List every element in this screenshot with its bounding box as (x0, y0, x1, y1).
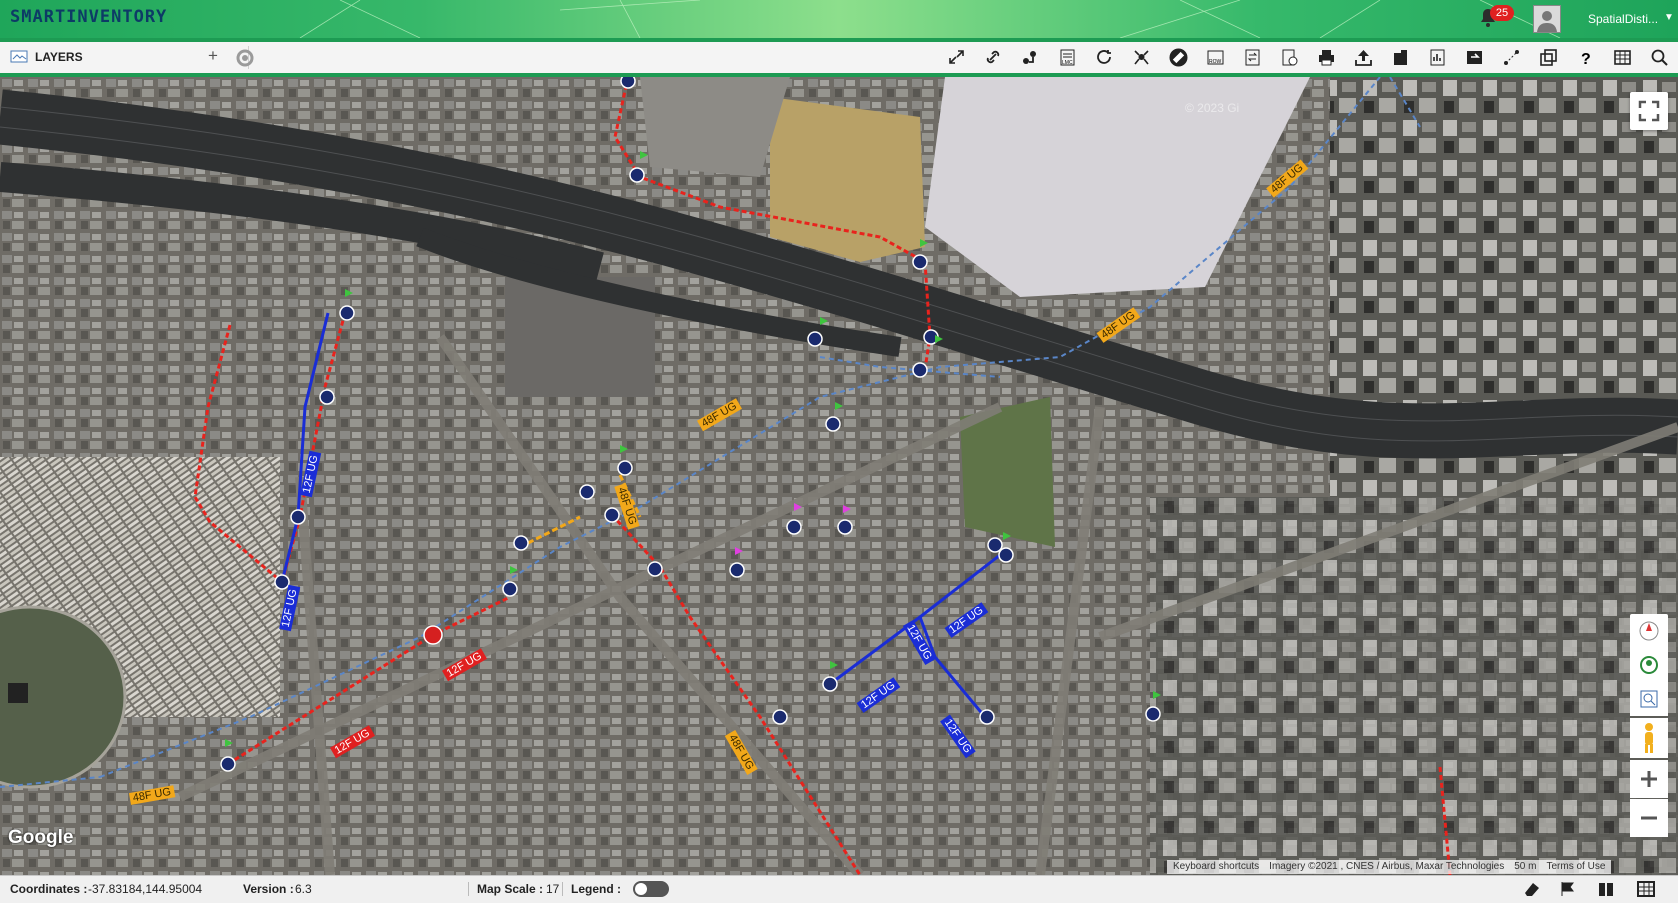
network-icon (1134, 50, 1149, 65)
coordinates-label: Coordinates : (10, 882, 88, 896)
layers-icon (1540, 49, 1557, 66)
satellite-map[interactable]: © 2023 Gi (0, 77, 1678, 875)
refresh-tool-button[interactable] (1086, 42, 1123, 73)
search-icon (1651, 49, 1668, 66)
imagery-credit: Imagery ©2021 , CNES / Airbus, Maxar Tec… (1269, 861, 1505, 872)
layers-icon (10, 50, 28, 63)
flag-tool-icon[interactable] (1558, 880, 1578, 898)
link-icon (986, 50, 1000, 64)
building-tool-button[interactable] (1382, 42, 1419, 73)
chevron-down-icon[interactable]: ▼ (1664, 12, 1674, 23)
legend-label: Legend : (562, 882, 621, 896)
fullscreen-icon (1638, 100, 1660, 122)
svg-text:ROW: ROW (1209, 59, 1222, 65)
version-label: Version : (243, 882, 294, 896)
google-logo: Google (8, 827, 74, 848)
header-pattern (299, 0, 1561, 38)
network-tool-button[interactable] (1123, 42, 1160, 73)
ruler-icon (1169, 48, 1188, 67)
user-avatar[interactable] (1533, 5, 1561, 33)
row-icon: ROW (1207, 50, 1224, 65)
refresh-icon (1097, 50, 1111, 64)
scale-bar-label: 50 m (1514, 861, 1537, 872)
layers-label: LAYERS (35, 50, 83, 64)
expand-arrows-icon (949, 50, 964, 64)
locate-button[interactable] (1630, 648, 1668, 682)
loop-icon (1245, 49, 1260, 66)
tool-icon-row: LMC ROW? (938, 42, 1678, 73)
pegman-icon (1645, 723, 1653, 753)
print-tool-button[interactable] (1308, 42, 1345, 73)
upload-tool-button[interactable] (1345, 42, 1382, 73)
link-tool-button[interactable] (975, 42, 1012, 73)
street-view-pegman[interactable] (1630, 718, 1668, 758)
route-tool-button[interactable] (1012, 42, 1049, 73)
book-icon[interactable] (1596, 880, 1616, 898)
lmc-icon: LMC (1060, 49, 1075, 66)
table-icon (1614, 50, 1631, 65)
help-tool-button[interactable]: ? (1567, 42, 1604, 73)
zoom-extent-button[interactable] (1630, 682, 1668, 716)
map-view[interactable]: © 2023 Gi 12F UG 12F UG 48F UG 48F UG 48… (0, 77, 1678, 875)
document-icon (1430, 49, 1445, 66)
layers-tool-button[interactable] (1530, 42, 1567, 73)
add-layer-button[interactable]: + (208, 46, 218, 66)
layers-panel-tab[interactable]: LAYERS + (6, 46, 249, 69)
help-icon: ? (1581, 51, 1591, 67)
measure-tool-button[interactable] (1493, 42, 1530, 73)
zoom-in-button[interactable] (1630, 760, 1668, 798)
keyboard-shortcuts-link[interactable]: Keyboard shortcuts (1173, 860, 1259, 874)
compass-button[interactable] (1630, 614, 1668, 648)
ruler-tool-button[interactable] (1160, 42, 1197, 73)
minus-icon (1641, 816, 1657, 820)
fullscreen-button[interactable] (1630, 92, 1668, 130)
export-tool-button[interactable] (1456, 42, 1493, 73)
compass-icon (1639, 621, 1659, 641)
app-logo: SMARTINVENTORY (10, 7, 168, 27)
status-bar: Coordinates : -37.83184,144.95004 Versio… (0, 875, 1678, 903)
zoom-search-icon (1640, 690, 1658, 708)
zoom-out-button[interactable] (1630, 799, 1668, 837)
print-icon (1319, 50, 1334, 66)
notification-count-badge: 25 (1490, 5, 1514, 21)
version-value: 6.3 (295, 882, 312, 896)
table-tool-button[interactable] (1604, 42, 1641, 73)
sync-icon[interactable] (235, 48, 255, 68)
user-name[interactable]: SpatialDisti... (1588, 12, 1658, 26)
grid-table-icon[interactable] (1636, 880, 1656, 898)
main-toolbar: LAYERS + LMC ROW? (0, 42, 1678, 77)
plus-icon (1641, 771, 1657, 787)
svg-text:?: ? (1581, 51, 1591, 67)
map-scale-value: 17 (546, 882, 560, 896)
loop-tool-button[interactable] (1234, 42, 1271, 73)
svg-text:LMC: LMC (1062, 60, 1073, 66)
eraser-icon[interactable] (1522, 880, 1542, 898)
upload-icon (1355, 50, 1372, 66)
document-tool-button[interactable] (1419, 42, 1456, 73)
lmc-tool-button[interactable]: LMC (1049, 42, 1086, 73)
row-tool-button[interactable]: ROW (1197, 42, 1234, 73)
route-icon (1023, 51, 1036, 64)
export-icon (1467, 51, 1482, 64)
app-header: SMARTINVENTORY 25 SpatialDisti... ▼ (0, 0, 1678, 38)
map-scale-label: Map Scale : (468, 882, 543, 896)
expand-arrows-tool-button[interactable] (938, 42, 975, 73)
measure-icon (1504, 50, 1519, 65)
building-icon (1394, 50, 1407, 65)
map-watermark: © 2023 Gi (1185, 101, 1239, 115)
map-attribution: Keyboard shortcuts Imagery ©2021 , CNES … (1167, 860, 1612, 874)
legend-toggle[interactable] (633, 881, 669, 897)
terms-of-use-link[interactable]: Terms of Use (1546, 860, 1605, 874)
search-tool-button[interactable] (1641, 42, 1678, 73)
location-pin-icon (1640, 656, 1658, 674)
coordinates-value: -37.83184,144.95004 (88, 882, 203, 896)
report-icon (1282, 49, 1298, 66)
report-tool-button[interactable] (1271, 42, 1308, 73)
